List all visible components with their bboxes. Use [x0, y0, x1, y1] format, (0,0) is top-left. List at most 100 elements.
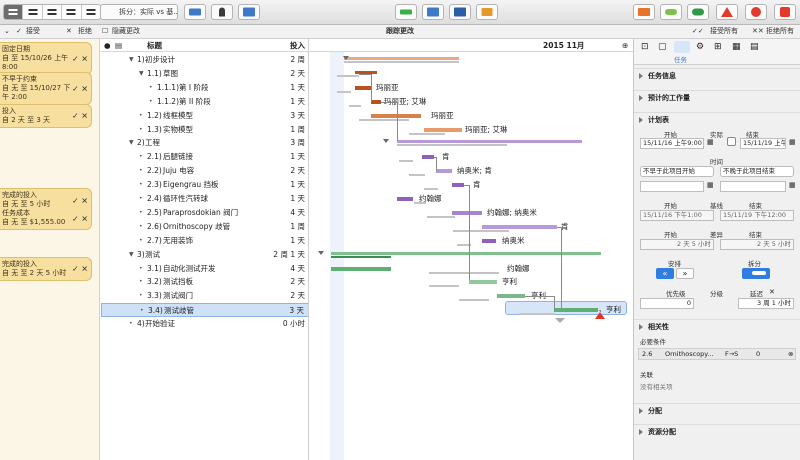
task-bar[interactable] [337, 90, 351, 93]
task-bar[interactable] [519, 313, 555, 316]
row-effort[interactable]: 1 天 [290, 150, 305, 164]
task-bar[interactable] [453, 229, 509, 232]
task-bar[interactable] [469, 280, 497, 285]
row-title[interactable]: 草图 [163, 67, 178, 81]
group-collapse-icon[interactable] [318, 250, 324, 255]
outline-row[interactable]: • 3.1) 自动化测试开发 4 天 [101, 262, 308, 276]
col-effort[interactable]: 投入 [290, 39, 305, 52]
task-bar[interactable] [482, 224, 557, 229]
view-switcher[interactable] [3, 4, 101, 20]
section-dependencies[interactable]: 相关性 [634, 319, 800, 333]
row-effort[interactable]: 1 天 [290, 178, 305, 192]
cloud-publish-icon[interactable] [687, 4, 709, 20]
row-effort[interactable]: 3 天 [289, 304, 304, 318]
task-bar[interactable] [344, 61, 459, 63]
row-effort[interactable]: 3 天 [290, 109, 305, 123]
disclosure-triangle-icon[interactable]: ▼ [129, 53, 134, 67]
outline-row[interactable]: • 3.4) 测试歧管 3 天 [101, 303, 308, 318]
snapshot-icon[interactable] [476, 4, 498, 20]
reject-button[interactable]: 拒绝 [78, 25, 92, 38]
changes-column-icon[interactable]: ● [104, 39, 111, 52]
task-bar[interactable] [399, 160, 413, 163]
accept-button[interactable]: 接受 [26, 25, 40, 38]
view-options-icon[interactable] [774, 4, 796, 20]
accept-reject-icons[interactable]: ✓ ✕ [72, 54, 88, 63]
group-collapse-icon[interactable] [383, 139, 389, 144]
col-title[interactable]: 标题 [147, 39, 162, 52]
task-bar[interactable] [429, 271, 499, 274]
row-title[interactable]: 实物模型 [163, 123, 193, 137]
resource-view-icon[interactable] [43, 5, 63, 19]
row-effort[interactable]: 1 天 [290, 95, 305, 109]
start-constraint-date[interactable] [640, 181, 704, 192]
task-bar[interactable] [554, 308, 598, 313]
milestone-icon[interactable] [595, 312, 605, 320]
group-collapse-icon[interactable] [343, 56, 349, 60]
row-title[interactable]: Ornithoscopy 歧管 [163, 220, 230, 234]
task-bar[interactable] [459, 299, 489, 302]
row-effort[interactable]: 1 周 [290, 220, 305, 234]
remove-prereq-icon[interactable]: ⊗ [788, 349, 793, 359]
section-planned-effort[interactable]: 预计的工作量 [634, 90, 800, 104]
outline-row[interactable]: • 2.6) Ornithoscopy 歧管 1 周 [101, 220, 308, 234]
change-note[interactable]: 固定日期 自 至 15/10/26 上午 8:00 ✓ ✕ [0, 42, 92, 75]
task-bar[interactable] [337, 74, 359, 77]
row-effort[interactable]: 1 天 [290, 234, 305, 248]
outline-row[interactable]: • 2.1) 后腿链接 1 天 [101, 150, 308, 164]
section-resource-assignment[interactable]: 资源分配 [634, 424, 800, 438]
task-bar[interactable] [355, 85, 371, 90]
outline-row[interactable]: • 2.5) Paraprosdokian 阀门 4 天 [101, 206, 308, 220]
outline-row[interactable]: • 2.3) Eigengrau 挡板 1 天 [101, 178, 308, 192]
task-bar[interactable] [371, 113, 421, 118]
split-toggle[interactable] [742, 268, 770, 279]
row-title[interactable]: Eigengrau 挡板 [163, 178, 219, 192]
row-effort[interactable]: 1 天 [290, 192, 305, 206]
outline-row[interactable]: ▼ 1) 初步设计 2 周 [101, 53, 308, 67]
calendar-view-icon[interactable] [62, 5, 82, 19]
end-constraint-select[interactable]: 不晚于此项目结束 [720, 166, 794, 177]
outline-row[interactable]: • 3.2) 测试挡板 2 天 [101, 275, 308, 289]
row-title[interactable]: 测试歧管 [164, 304, 194, 318]
task-bar[interactable] [436, 169, 452, 174]
disclosure-triangle-icon[interactable]: ▼ [139, 67, 144, 81]
task-bar[interactable] [344, 57, 459, 60]
row-effort[interactable]: 0 小时 [283, 317, 305, 331]
styles-tab-icon[interactable]: ⚙ [696, 42, 704, 52]
change-note[interactable]: 不早于约束 自 无 至 15/10/27 下午 2:00 ✓ ✕ [0, 72, 92, 105]
calendar-icon[interactable] [633, 4, 655, 20]
schedule-asap-button[interactable]: « [656, 268, 674, 279]
task-bar[interactable] [452, 210, 482, 215]
task-bar[interactable] [331, 266, 391, 271]
styles-view-icon[interactable] [82, 5, 100, 19]
baseline-icon[interactable] [660, 4, 682, 20]
row-effort[interactable]: 2 周 [290, 53, 305, 67]
catch-up-icon[interactable] [395, 4, 417, 20]
row-title[interactable]: 工程 [145, 136, 160, 150]
task-bar[interactable] [359, 118, 409, 121]
change-note-group[interactable]: 完成的投入 自 无 至 5 小时 任务成本 自 无 至 $1,555.00 ✓ … [0, 188, 92, 230]
row-effort[interactable]: 4 天 [290, 206, 305, 220]
row-effort[interactable]: 3 周 [290, 136, 305, 150]
accept-reject-icons[interactable]: ✓ ✕ [72, 84, 88, 93]
status-column-icon[interactable]: ▤ [115, 39, 122, 52]
row-title[interactable]: 开始验证 [145, 317, 175, 331]
row-title[interactable]: 第 I 阶段 [179, 81, 208, 95]
inspector-icon[interactable] [238, 4, 260, 20]
collapse-chevron-icon[interactable]: ⌄ [4, 25, 10, 38]
disclosure-triangle-icon[interactable]: ▼ [129, 136, 134, 150]
outline-row[interactable]: ▼ 1.1) 草图 2 天 [101, 67, 308, 81]
disclosure-triangle-icon[interactable]: ▼ [129, 248, 134, 262]
row-title[interactable]: 测试 [145, 248, 160, 262]
schedule-alap-button[interactable]: » [676, 268, 694, 279]
calendar-icon[interactable]: ▦ [789, 181, 796, 189]
calendar-icon[interactable]: ▦ [789, 138, 796, 146]
task-bar[interactable] [424, 127, 462, 132]
row-title[interactable]: 后腿链接 [163, 150, 193, 164]
prerequisite-row[interactable]: 2.6 Ornithoscopy... F→S 0 ⊗ [638, 348, 796, 360]
gantt-view-icon[interactable] [4, 5, 24, 19]
accept-reject-icons[interactable]: ✓ ✕ [72, 265, 88, 274]
outline-row[interactable]: ▼ 3) 测试 2 周 1 天 [101, 248, 308, 262]
task-bar[interactable] [452, 183, 464, 188]
outline-row[interactable]: • 1.1.2) 第 II 阶段 1 天 [101, 95, 308, 109]
clear-delay-icon[interactable]: ✕ [769, 288, 775, 296]
